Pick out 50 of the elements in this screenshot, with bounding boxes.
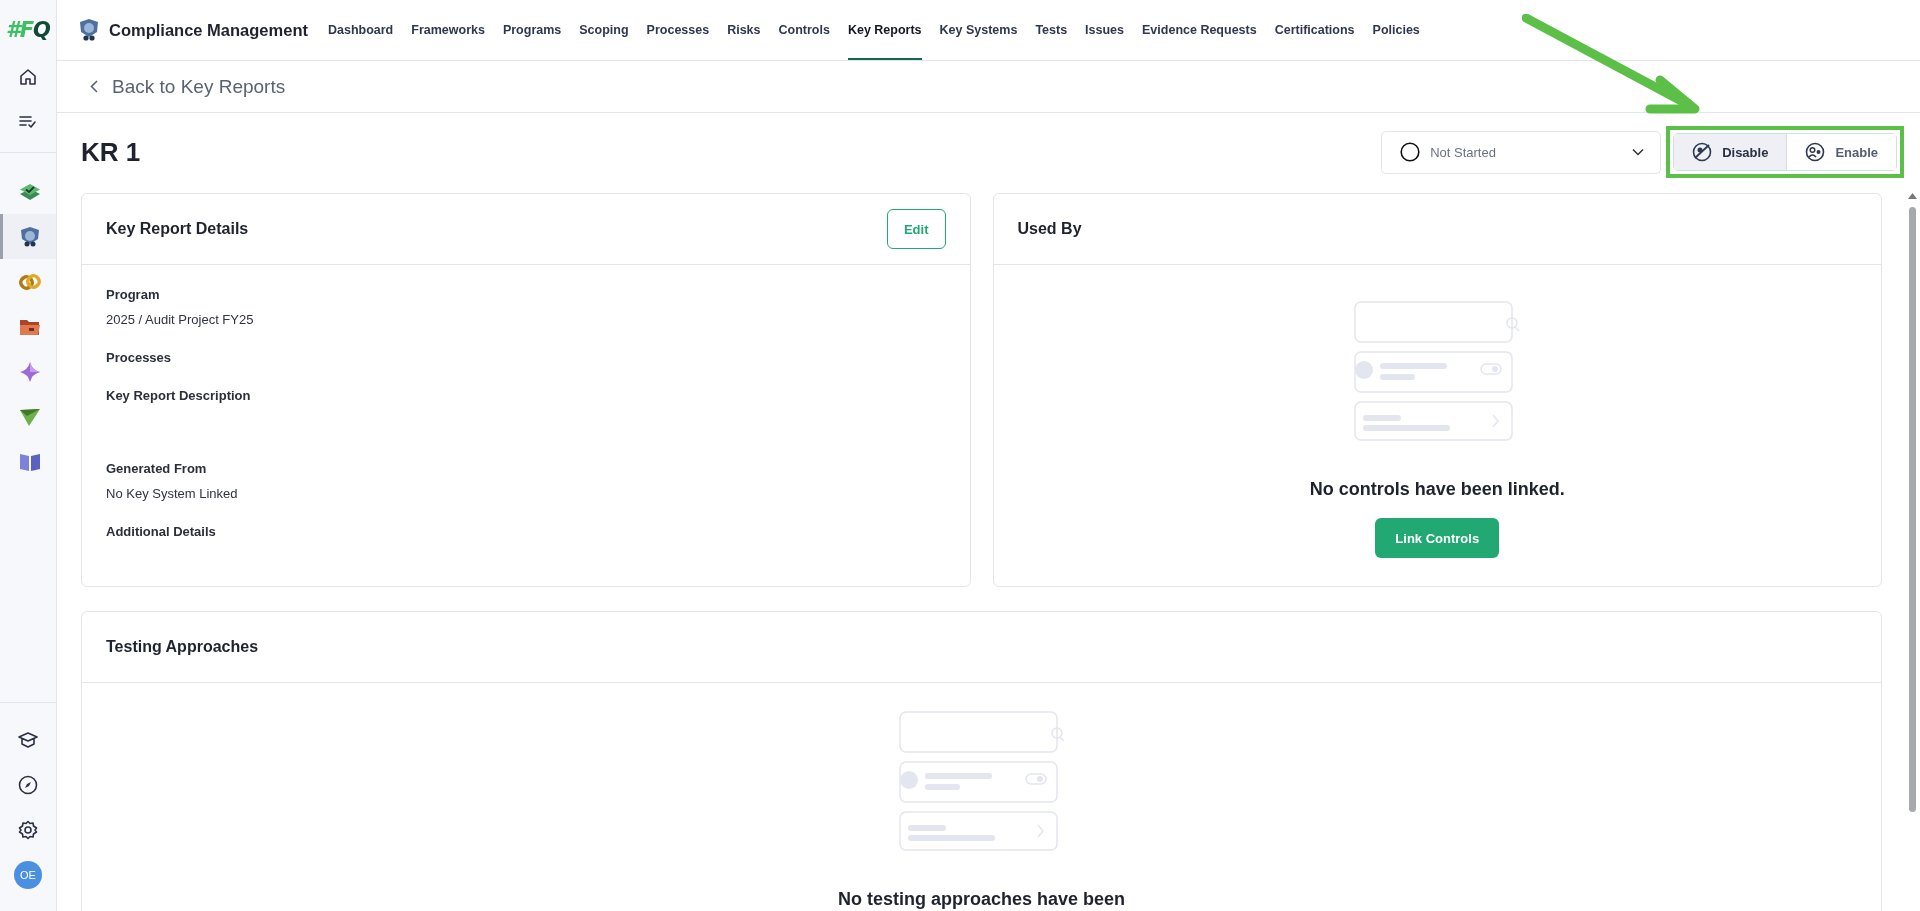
- sparkle-icon[interactable]: [18, 360, 41, 383]
- field-label: Additional Details: [106, 524, 217, 539]
- nav-tab[interactable]: Evidence Requests: [1142, 0, 1257, 60]
- field-value: No Key System Linked: [106, 486, 239, 501]
- disable-button[interactable]: Disable: [1674, 134, 1787, 170]
- nav-tab[interactable]: Processes: [646, 0, 710, 60]
- nav-tab[interactable]: Key Systems: [939, 0, 1018, 60]
- scroll-up-icon[interactable]: [1908, 193, 1917, 199]
- nav-tab[interactable]: Certifications: [1274, 0, 1355, 60]
- shield-icon[interactable]: [19, 225, 40, 248]
- user-circle-icon: [1805, 142, 1826, 162]
- card-title: Key Report Details: [106, 220, 249, 238]
- scrollbar-thumb[interactable]: [1909, 207, 1916, 812]
- field-label: Program: [106, 287, 161, 302]
- enable-button[interactable]: Enable: [1786, 134, 1896, 170]
- sidebar-app-item[interactable]: [0, 214, 56, 259]
- card-title: Used By: [1017, 220, 1082, 238]
- empty-message: No testing approaches have been: [837, 889, 1126, 910]
- paper-plane-icon[interactable]: [18, 406, 41, 427]
- nav-tab[interactable]: Tests: [1035, 0, 1068, 60]
- caret-icon: [1632, 148, 1645, 156]
- nav-tab[interactable]: Programs: [502, 0, 562, 60]
- nav-tab[interactable]: Key Reports: [847, 0, 922, 60]
- app-title: Compliance Management: [109, 20, 308, 40]
- card-title: Testing Approaches: [106, 638, 259, 656]
- nav-tab[interactable]: Controls: [778, 0, 830, 60]
- checklist-icon[interactable]: [19, 114, 37, 129]
- nav-tab[interactable]: Scoping: [579, 0, 629, 60]
- back-chevron-icon[interactable]: [90, 80, 98, 93]
- page-title: KR 1: [81, 136, 141, 168]
- field-label: Generated From: [106, 461, 208, 476]
- settings-icon[interactable]: [18, 819, 38, 840]
- shield-icon: [79, 18, 99, 42]
- compass-icon[interactable]: [18, 774, 38, 795]
- field-label: Processes: [106, 350, 173, 365]
- status-dropdown[interactable]: Not Started: [1381, 130, 1662, 174]
- eye-slash-icon: [1692, 142, 1713, 162]
- field-label: Key Report Description: [106, 388, 252, 403]
- empty-message: No controls have been linked.: [1309, 479, 1565, 500]
- status-value: Not Started: [1430, 144, 1497, 160]
- home-icon[interactable]: [19, 67, 37, 86]
- graduation-cap-icon[interactable]: [18, 730, 38, 749]
- field-value: 2025 / Audit Project FY25: [106, 312, 255, 327]
- status-circle-icon: [1400, 142, 1421, 162]
- nav-tab[interactable]: Risks: [727, 0, 761, 60]
- nav-tab[interactable]: Frameworks: [411, 0, 485, 60]
- nav-tab[interactable]: Policies: [1372, 0, 1420, 60]
- back-link[interactable]: Back to Key Reports: [112, 75, 286, 98]
- nav-tab[interactable]: Dashboard: [327, 0, 394, 60]
- nav-tab[interactable]: Issues: [1085, 0, 1125, 60]
